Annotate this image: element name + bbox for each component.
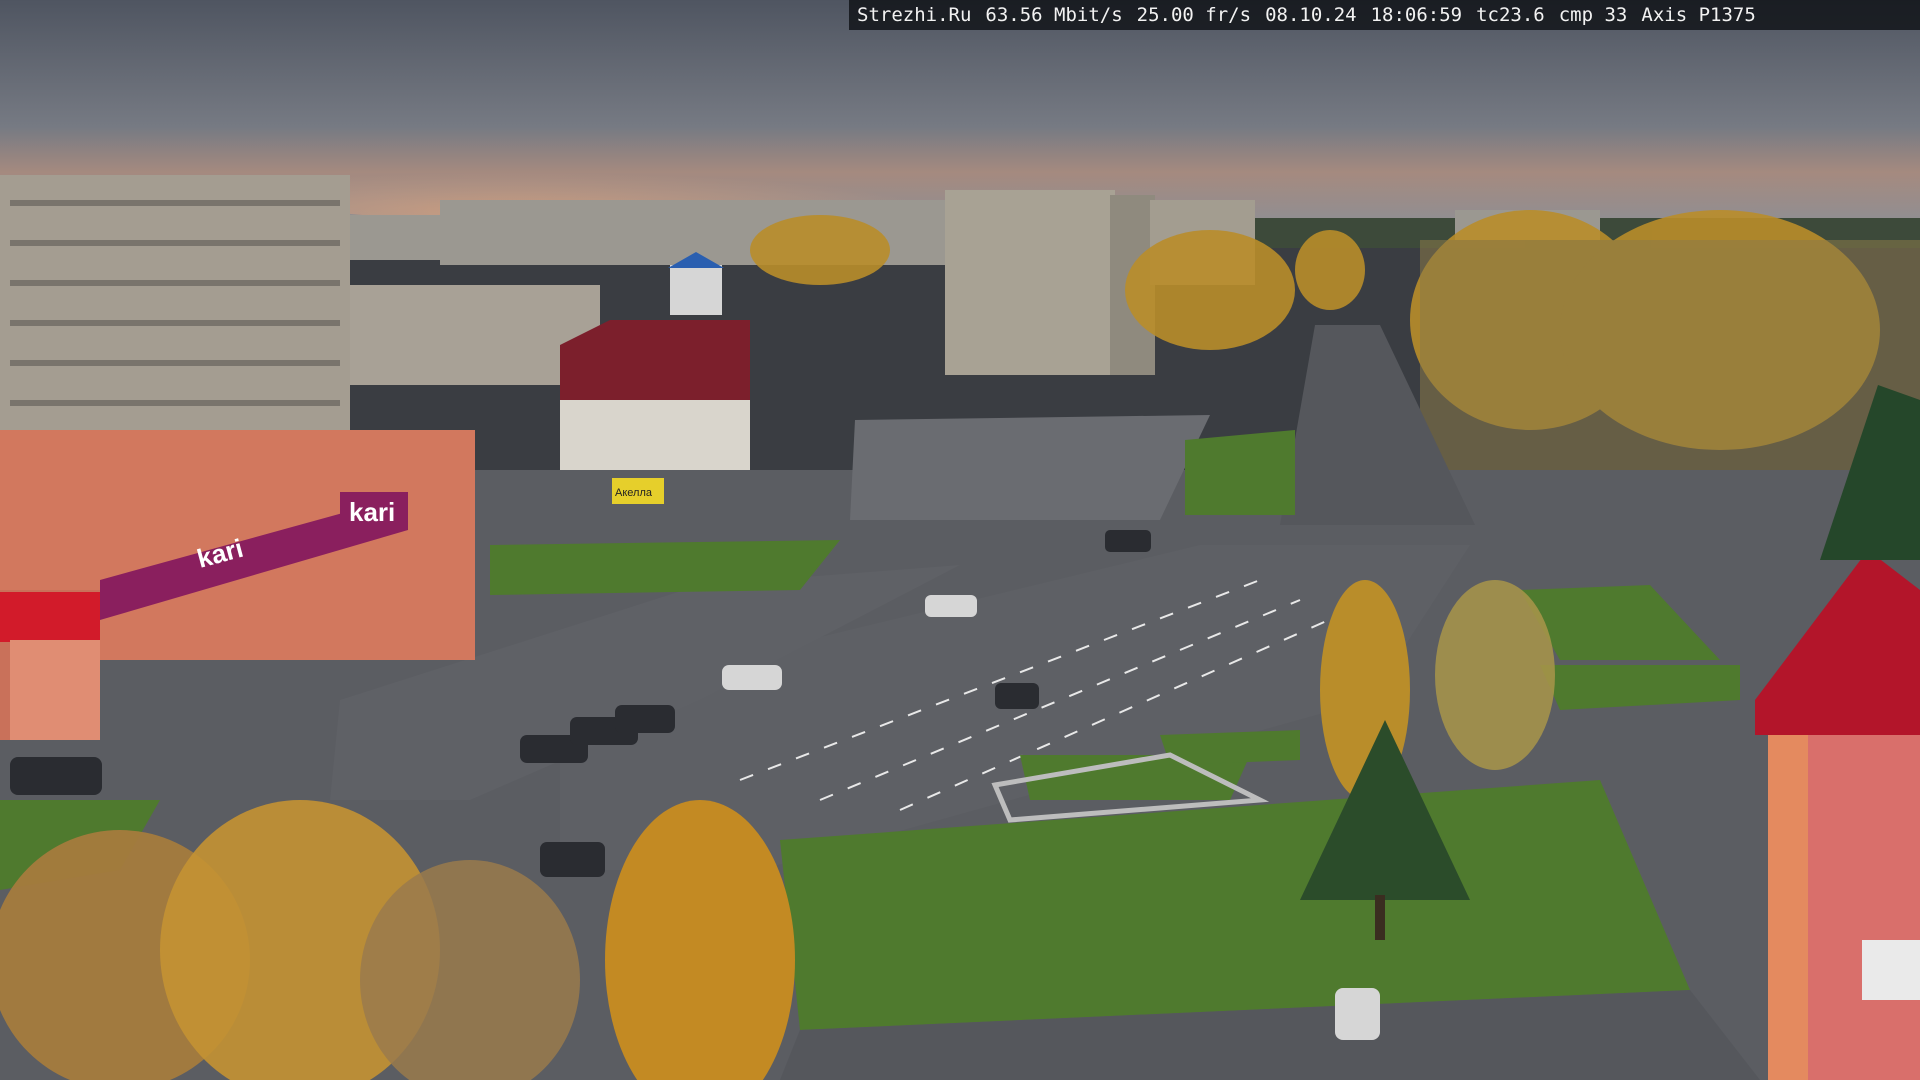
time-label: 18:06:59 <box>1370 4 1463 26</box>
pine-trunk <box>1375 895 1385 940</box>
cmp-label: cmp 33 <box>1558 4 1628 26</box>
webcam-scene: kari kari Акелла <box>0 0 1920 1080</box>
camera-info-overlay: Strezhi.Ru 63.56 Mbit/s 25.00 fr/s 08.10… <box>849 0 1920 30</box>
parking-square <box>850 415 1210 520</box>
camera-model-label: Axis P1375 <box>1641 4 1756 26</box>
framerate-label: 25.00 fr/s <box>1136 4 1252 26</box>
red-roof-building <box>560 320 750 470</box>
bitrate-label: 63.56 Mbit/s <box>985 4 1123 26</box>
site-label: Strezhi.Ru <box>857 4 972 26</box>
kari-logo-text: kari <box>349 497 395 527</box>
tc-label: tc23.6 <box>1476 4 1545 26</box>
billboard-text: Акелла <box>615 487 653 499</box>
date-label: 08.10.24 <box>1265 4 1357 26</box>
